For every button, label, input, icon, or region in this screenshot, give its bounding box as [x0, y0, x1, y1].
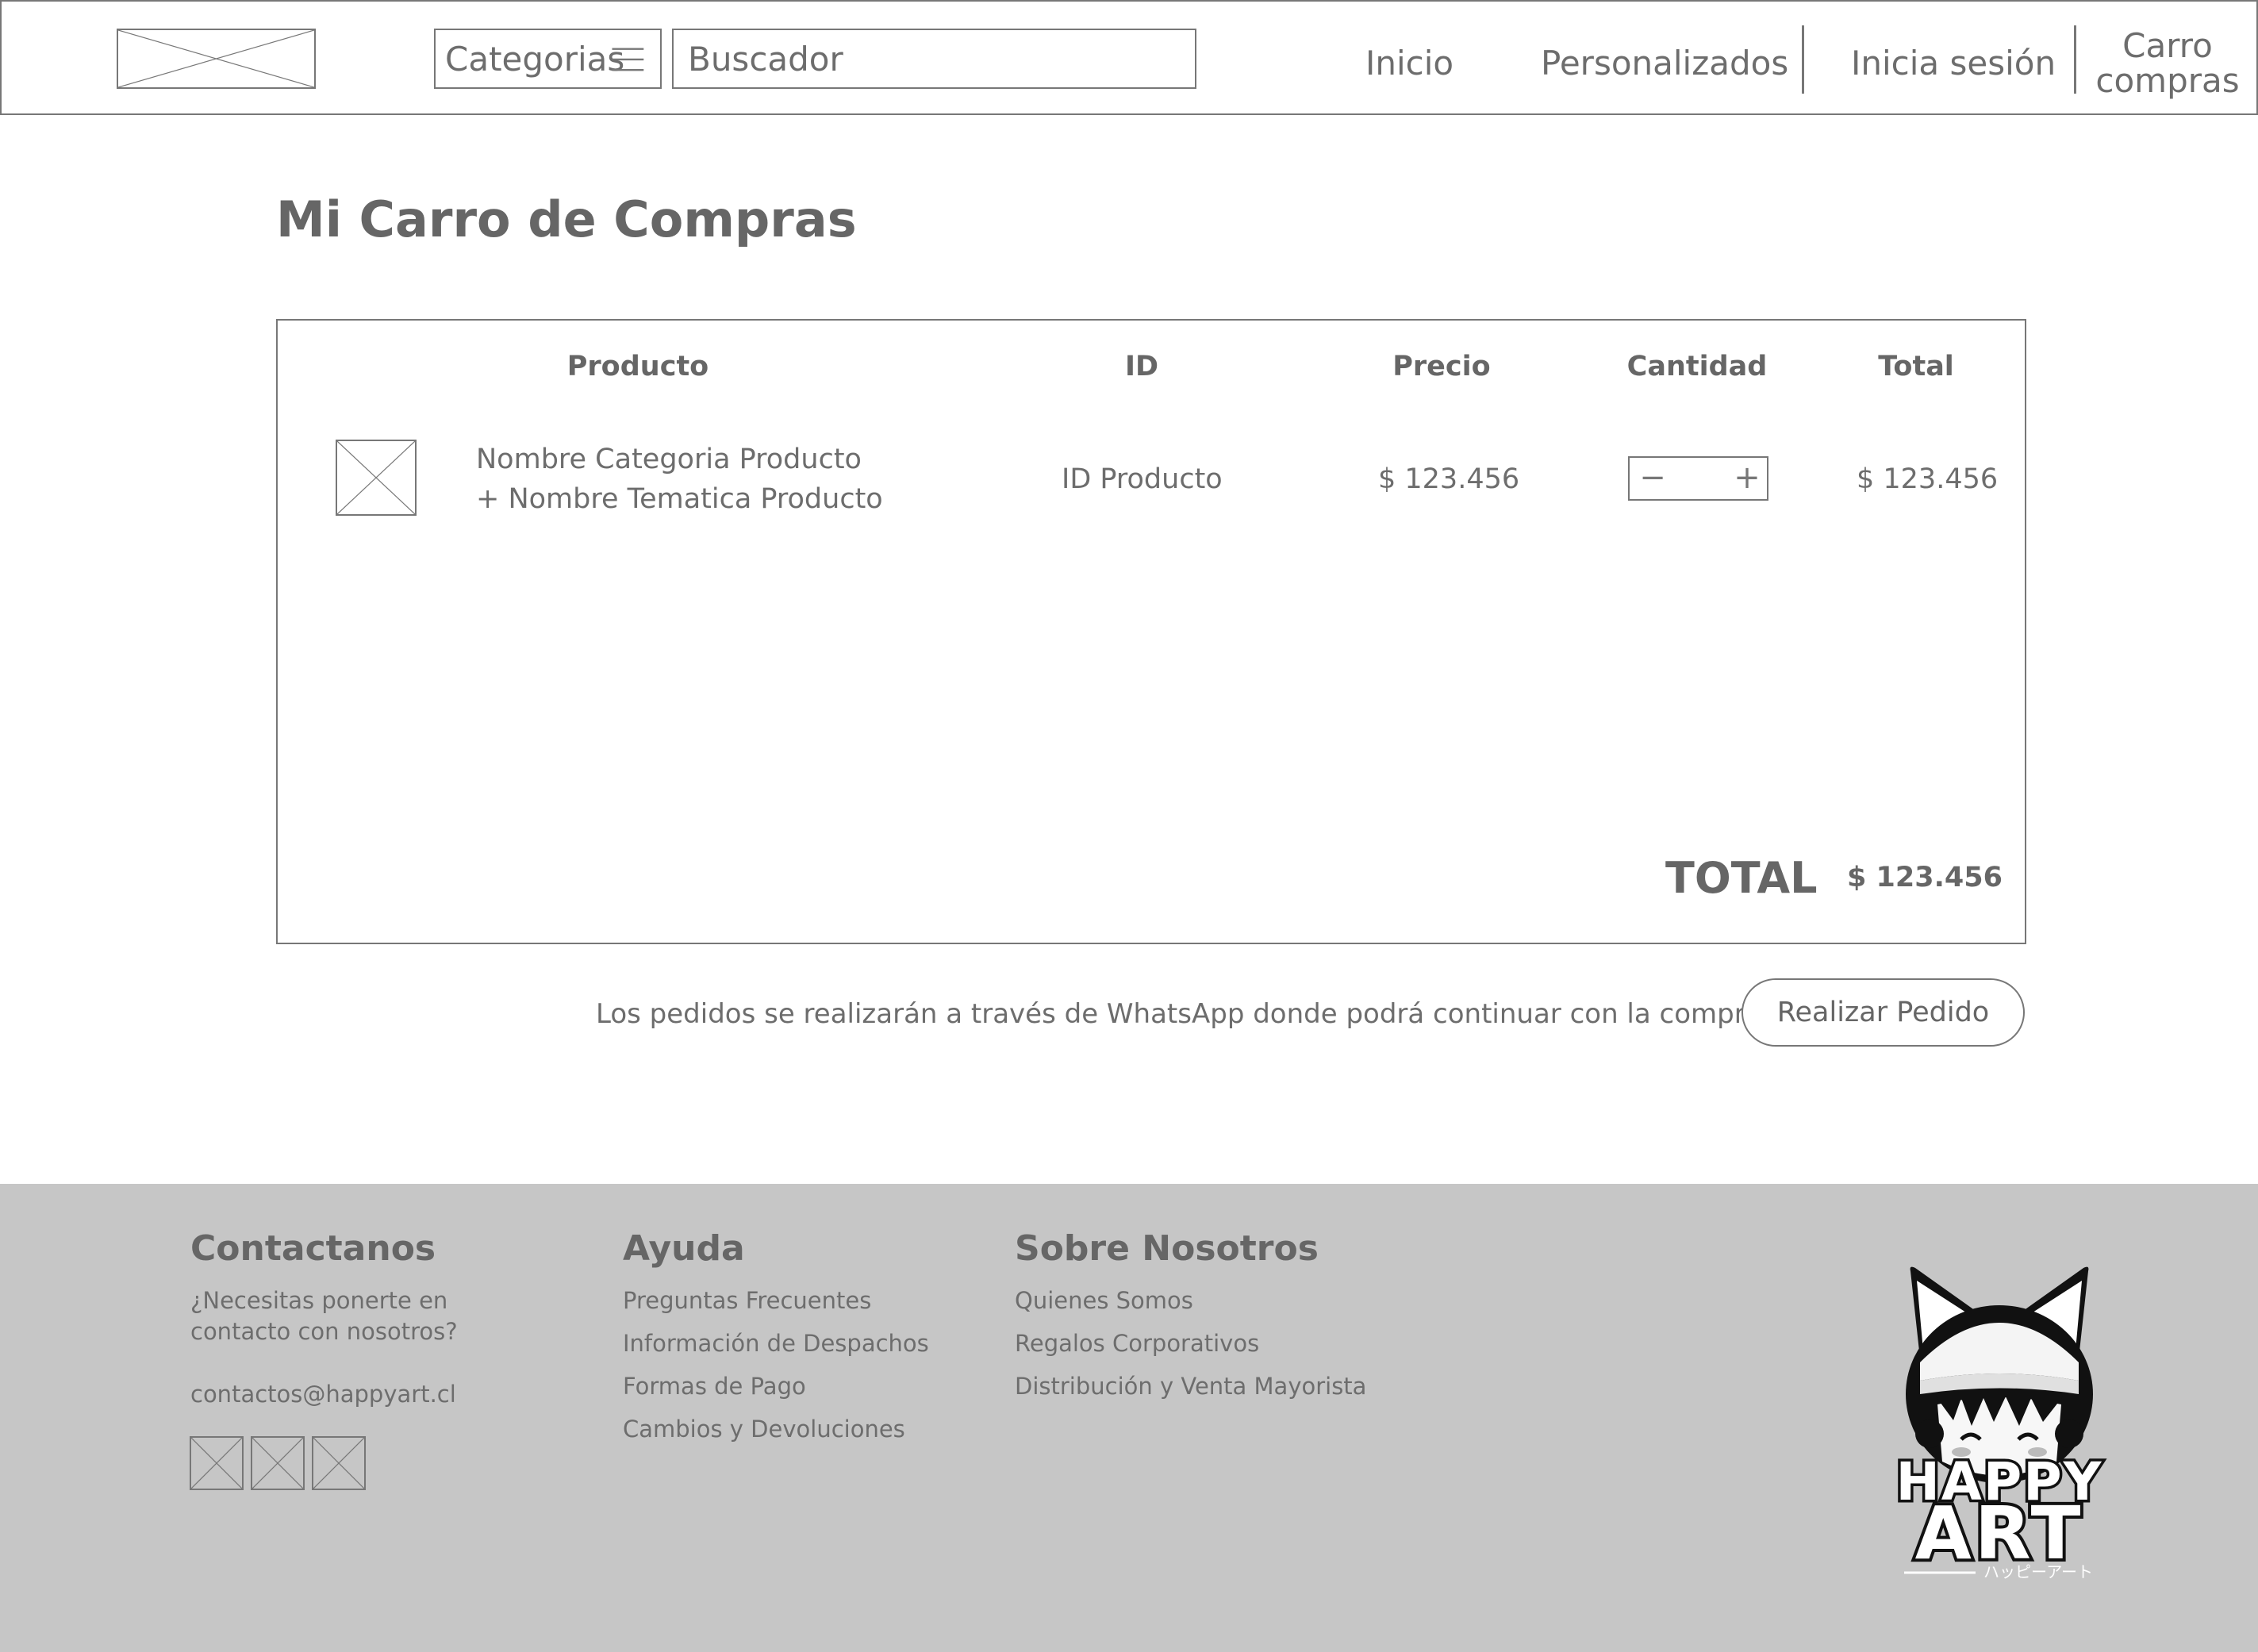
order-note: Los pedidos se realizarán a través de Wh… [596, 998, 1762, 1030]
quantity-stepper[interactable]: − + [1628, 456, 1768, 501]
product-name-line1: Nombre Categoria Producto [476, 444, 862, 475]
footer-help-heading: Ayuda [623, 1228, 745, 1269]
column-header-producto: Producto [566, 351, 709, 382]
nav-cart[interactable]: Carro compras [2088, 29, 2247, 98]
product-name-line2: + Nombre Tematica Producto [476, 483, 883, 515]
place-order-button[interactable]: Realizar Pedido [1742, 978, 2025, 1047]
social-icon-placeholder[interactable] [190, 1436, 244, 1490]
footer: Contactanos ¿Necesitas ponerte en contac… [0, 1184, 2258, 1652]
column-header-id: ID [1124, 351, 1159, 382]
cart-total-label: TOTAL [1665, 853, 1818, 903]
footer-contact-email[interactable]: contactos@happyart.cl [190, 1383, 456, 1406]
page-title: Mi Carro de Compras [276, 190, 857, 248]
column-header-cantidad: Cantidad [1626, 351, 1768, 382]
footer-about-link-gifts[interactable]: Regalos Corporativos [1015, 1332, 1259, 1355]
footer-contact-text-line1: ¿Necesitas ponerte en [190, 1287, 448, 1314]
search-placeholder: Buscador [688, 40, 843, 79]
product-image-placeholder [336, 440, 417, 516]
product-line-total: $ 123.456 [1857, 463, 1999, 495]
nav-inicio[interactable]: Inicio [1365, 47, 1453, 80]
logo-subtitle: ハッピーアート [1983, 1562, 2093, 1581]
minus-icon[interactable]: − [1633, 458, 1672, 499]
plus-icon[interactable]: + [1727, 458, 1767, 499]
nav-divider [1802, 25, 1804, 94]
cart-table [276, 319, 2026, 944]
logo-placeholder[interactable] [117, 29, 316, 89]
footer-contact-heading: Contactanos [190, 1228, 436, 1269]
footer-contact-text-line2: contacto con nosotros? [190, 1318, 458, 1345]
social-icon-placeholder[interactable] [251, 1436, 305, 1490]
product-price: $ 123.456 [1378, 463, 1520, 495]
footer-help-link-faq[interactable]: Preguntas Frecuentes [623, 1289, 871, 1312]
column-header-total: Total [1878, 351, 1954, 382]
nav-cart-line1: Carro [2122, 26, 2213, 65]
nav-cart-line2: compras [2095, 61, 2240, 100]
column-header-precio: Precio [1392, 351, 1491, 382]
categories-label: Categorias [445, 40, 625, 79]
nav-divider [2074, 25, 2076, 94]
footer-help-link-shipping[interactable]: Información de Despachos [623, 1332, 929, 1355]
social-icon-placeholder[interactable] [312, 1436, 366, 1490]
footer-help-link-returns[interactable]: Cambios y Devoluciones [623, 1418, 905, 1441]
top-navbar: Categorias Buscador Inicio Personalizado… [0, 0, 2258, 115]
footer-about-link-who[interactable]: Quienes Somos [1015, 1289, 1193, 1312]
nav-login[interactable]: Inicia sesión [1851, 47, 2056, 80]
footer-about-link-wholesale[interactable]: Distribución y Venta Mayorista [1015, 1375, 1366, 1398]
happy-art-logo: HAPPY ART ハッピーアート [1893, 1266, 2104, 1581]
product-id: ID Producto [1062, 463, 1223, 495]
cart-total-value: $ 123.456 [1847, 862, 2003, 893]
categories-dropdown[interactable]: Categorias [434, 29, 662, 89]
footer-about-heading: Sobre Nosotros [1015, 1228, 1319, 1269]
nav-personalizados[interactable]: Personalizados [1541, 47, 1788, 80]
search-input[interactable]: Buscador [672, 29, 1196, 89]
footer-help-link-payment[interactable]: Formas de Pago [623, 1375, 806, 1398]
